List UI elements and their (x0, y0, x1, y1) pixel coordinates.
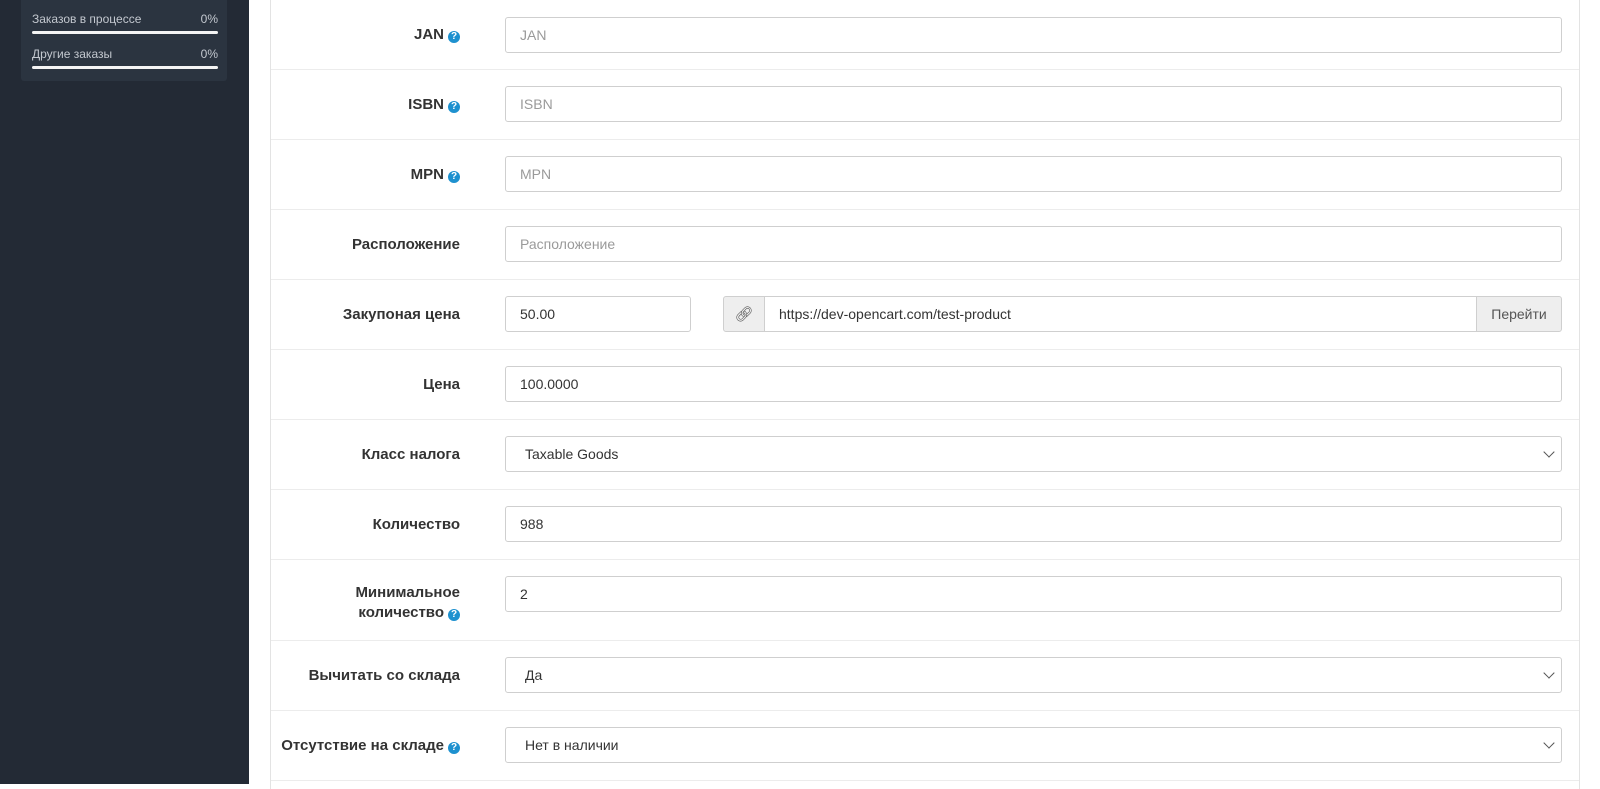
stat-processing: Заказов в процессе 0% (32, 12, 218, 34)
tax-class-select[interactable]: Taxable Goods (505, 436, 1562, 472)
chevron-down-icon (1543, 667, 1555, 679)
field-label: Вычитать со склада (308, 667, 460, 684)
stock-status-select[interactable]: Нет в наличии (505, 727, 1562, 763)
stat-label: Заказов в процессе (32, 12, 142, 26)
stat-label: Другие заказы (32, 47, 113, 61)
form-row-minimum: Минимальное количество? 2 (271, 560, 1579, 641)
field-label: Расположение (351, 236, 460, 253)
field-label: Цена (423, 376, 460, 393)
field-label: Минимальное количество? (355, 584, 460, 621)
product-url-input[interactable]: https://dev-opencart.com/test-product (764, 296, 1477, 332)
form-row-mpn: MPN? MPN (271, 140, 1579, 210)
field-label: MPN? (411, 165, 460, 185)
question-circle-icon[interactable]: ? (448, 101, 460, 113)
progress-bar (32, 66, 218, 69)
link-addon: 🔗︎ (723, 296, 765, 332)
question-circle-icon[interactable]: ? (448, 31, 460, 43)
sidebar: Заказов в процессе 0% Другие заказы 0% (0, 0, 249, 784)
form-row-stock-status: Отсутствие на складе? Нет в наличии (271, 711, 1579, 781)
stat-value: 0% (200, 12, 218, 26)
field-label: JAN? (414, 25, 460, 45)
question-circle-icon[interactable]: ? (448, 171, 460, 183)
order-stats-panel: Заказов в процессе 0% Другие заказы 0% (21, 0, 227, 81)
form-row-tax-class: Класс налога Taxable Goods (271, 420, 1579, 490)
stat-value: 0% (200, 47, 218, 61)
chevron-down-icon (1543, 446, 1555, 458)
question-circle-icon[interactable]: ? (448, 609, 460, 621)
location-input[interactable]: Расположение (505, 226, 1562, 262)
field-label: ISBN? (408, 95, 460, 115)
form-row-subtract: Вычитать со склада Да (271, 641, 1579, 711)
field-label: Класс налога (361, 446, 460, 463)
selected-value: Taxable Goods (525, 446, 619, 462)
link-icon: 🔗︎ (734, 306, 754, 323)
progress-bar (32, 31, 218, 34)
go-button[interactable]: Перейти (1476, 296, 1562, 332)
field-label: Закупоная цена (342, 306, 460, 323)
stat-other: Другие заказы 0% (32, 47, 218, 69)
purchase-price-input[interactable]: 50.00 (505, 296, 691, 332)
form-row-location: Расположение Расположение (271, 210, 1579, 280)
field-label: Отсутствие на складе? (281, 736, 460, 756)
form-row-isbn: ISBN? ISBN (271, 70, 1579, 140)
price-input[interactable]: 100.0000 (505, 366, 1562, 402)
form-row-purchase-price: Закупоная цена 50.00 🔗︎ https://dev-open… (271, 280, 1579, 350)
form-row-price: Цена 100.0000 (271, 350, 1579, 420)
field-label: Количество (372, 516, 460, 533)
quantity-input[interactable]: 988 (505, 506, 1562, 542)
subtract-stock-select[interactable]: Да (505, 657, 1562, 693)
chevron-down-icon (1543, 737, 1555, 749)
isbn-input[interactable]: ISBN (505, 86, 1562, 122)
form-row-quantity: Количество 988 (271, 490, 1579, 560)
mpn-input[interactable]: MPN (505, 156, 1562, 192)
form-row-jan: JAN? JAN (271, 0, 1579, 70)
jan-input[interactable]: JAN (505, 17, 1562, 53)
selected-value: Нет в наличии (525, 737, 619, 753)
minimum-quantity-input[interactable]: 2 (505, 576, 1562, 612)
question-circle-icon[interactable]: ? (448, 742, 460, 754)
selected-value: Да (525, 667, 543, 683)
product-data-form: JAN? JAN ISBN? ISBN MPN? MPN Расположени… (270, 0, 1580, 789)
